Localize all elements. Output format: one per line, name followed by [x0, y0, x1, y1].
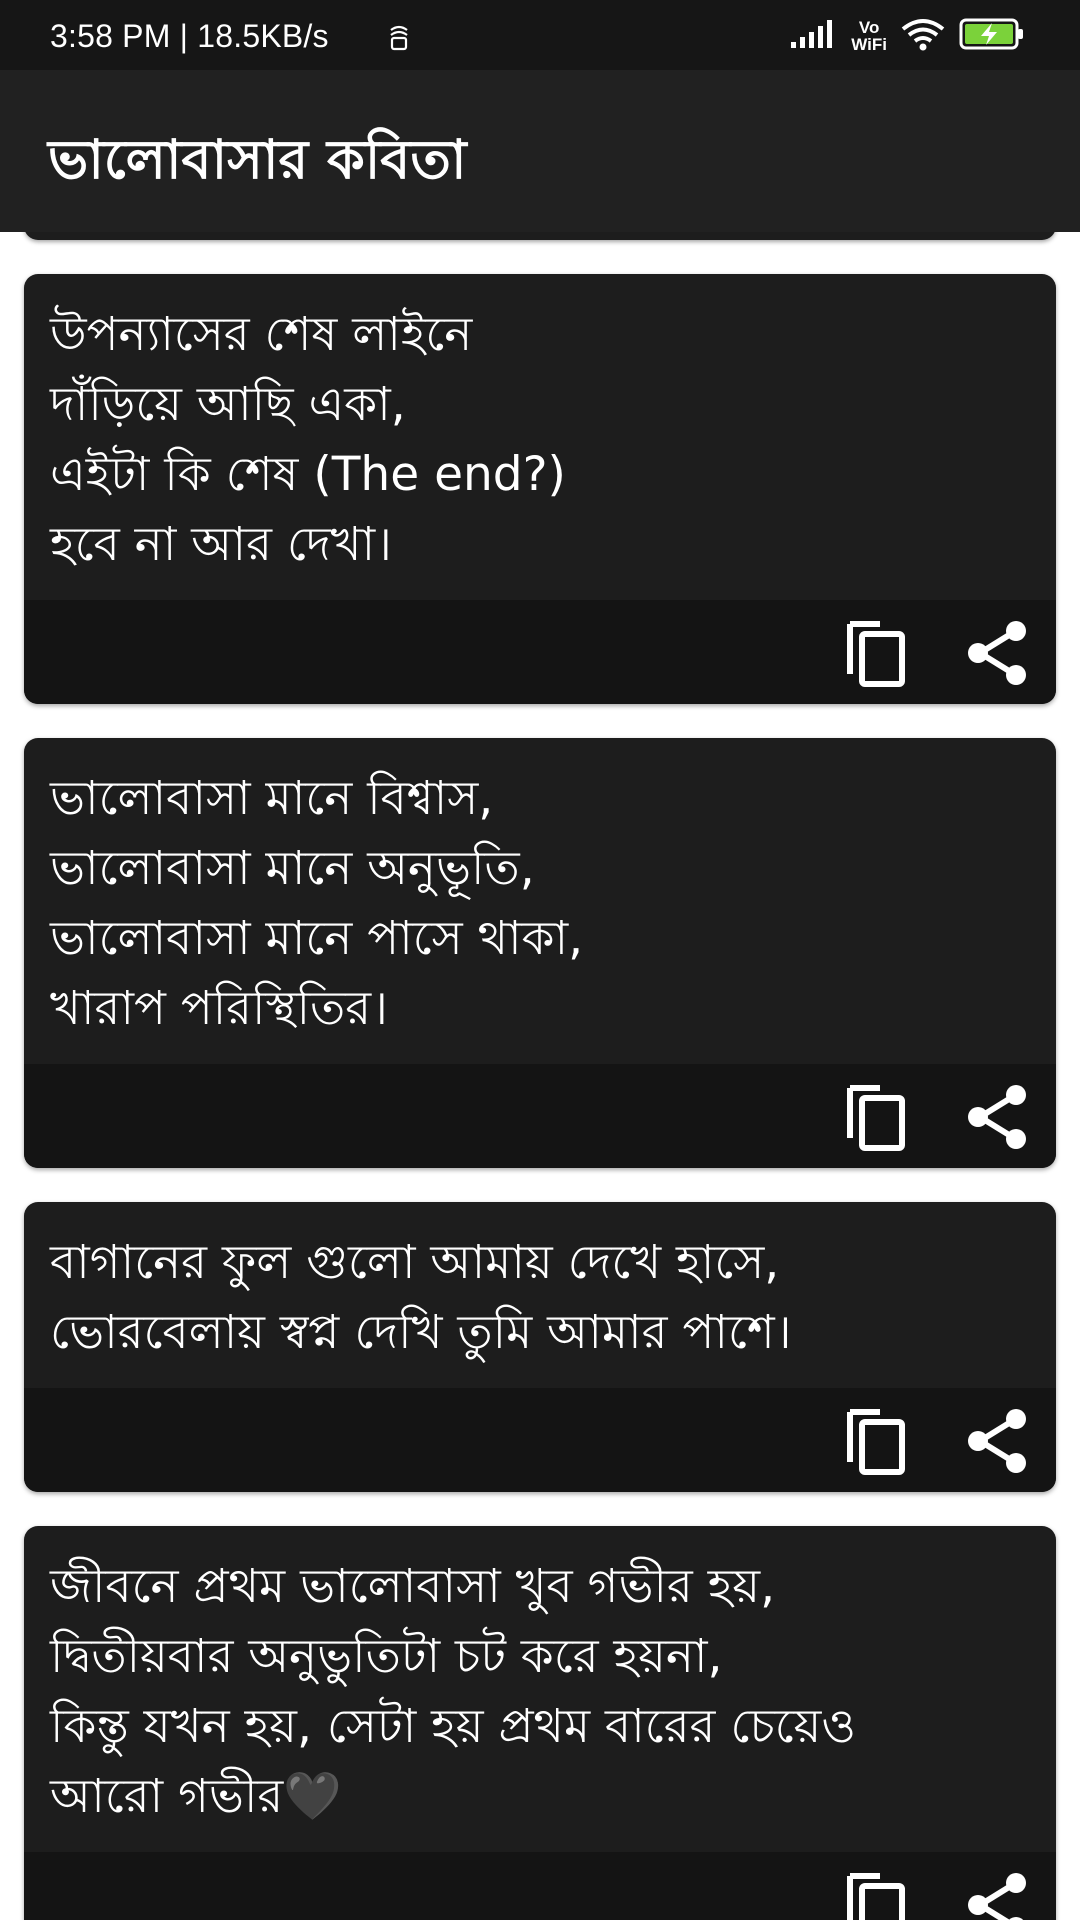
share-icon: [968, 621, 1026, 685]
poem-text: ভালোবাসা মানে বিশ্বাস, ভালোবাসা মানে অনু…: [50, 771, 584, 1036]
share-icon: [968, 1873, 1026, 1920]
poem-card[interactable]: বাগানের ফুল গুলো আমায় দেখে হাসে, ভোরবেল…: [24, 1202, 1056, 1492]
poem-text: জীবনে প্রথম ভালোবাসা খুব গভীর হয়, দ্বিত…: [50, 1559, 856, 1824]
poem-card[interactable]: ভালোবাসা মানে বিশ্বাস, ভালোবাসা মানে অনু…: [24, 738, 1056, 1168]
app-bar: ভালোবাসার কবিতা: [0, 70, 1080, 232]
copy-icon: [847, 621, 905, 687]
battery-charging-icon: [959, 17, 1025, 55]
poem-list[interactable]: উপন্যাসের শেষ লাইনে দাঁড়িয়ে আছি একা, এ…: [0, 232, 1080, 1920]
share-button[interactable]: [962, 618, 1032, 688]
poem-text: বাগানের ফুল গুলো আমায় দেখে হাসে, ভোরবেল…: [50, 1235, 792, 1360]
wifi-icon: [901, 17, 945, 55]
share-button[interactable]: [962, 1082, 1032, 1152]
share-icon: [968, 1085, 1026, 1149]
share-icon: [968, 1409, 1026, 1473]
vowifi-bottom-label: WiFi: [851, 35, 887, 54]
card-actions: [24, 1852, 1056, 1920]
copy-icon: [847, 1085, 905, 1151]
poem-card[interactable]: উপন্যাসের শেষ লাইনে দাঁড়িয়ে আছি একা, এ…: [24, 274, 1056, 704]
app-title: ভালোবাসার কবিতা: [48, 128, 467, 191]
signal-icon: [791, 18, 837, 54]
copy-button[interactable]: [842, 1870, 912, 1920]
copy-button[interactable]: [842, 1406, 912, 1476]
copy-icon: [847, 1873, 905, 1920]
copy-button[interactable]: [842, 1082, 912, 1152]
status-bar: 3:58 PM | 18.5KB/s Vo WiFi: [0, 0, 1080, 70]
vowifi-icon: Vo WiFi: [851, 19, 887, 53]
share-button[interactable]: [962, 1870, 1032, 1920]
card-actions: [24, 600, 1056, 704]
copy-button[interactable]: [842, 618, 912, 688]
poem-text: উপন্যাসের শেষ লাইনে দাঁড়িয়ে আছি একা, এ…: [50, 307, 566, 572]
share-button[interactable]: [962, 1406, 1032, 1476]
status-time-speed: 3:58 PM | 18.5KB/s: [50, 18, 329, 54]
copy-icon: [847, 1409, 905, 1475]
card-actions: [24, 1388, 1056, 1492]
notification-icon: [388, 24, 410, 56]
poem-card[interactable]: জীবনে প্রথম ভালোবাসা খুব গভীর হয়, দ্বিত…: [24, 1526, 1056, 1920]
card-actions: [24, 1064, 1056, 1168]
previous-card-edge: [24, 232, 1056, 240]
